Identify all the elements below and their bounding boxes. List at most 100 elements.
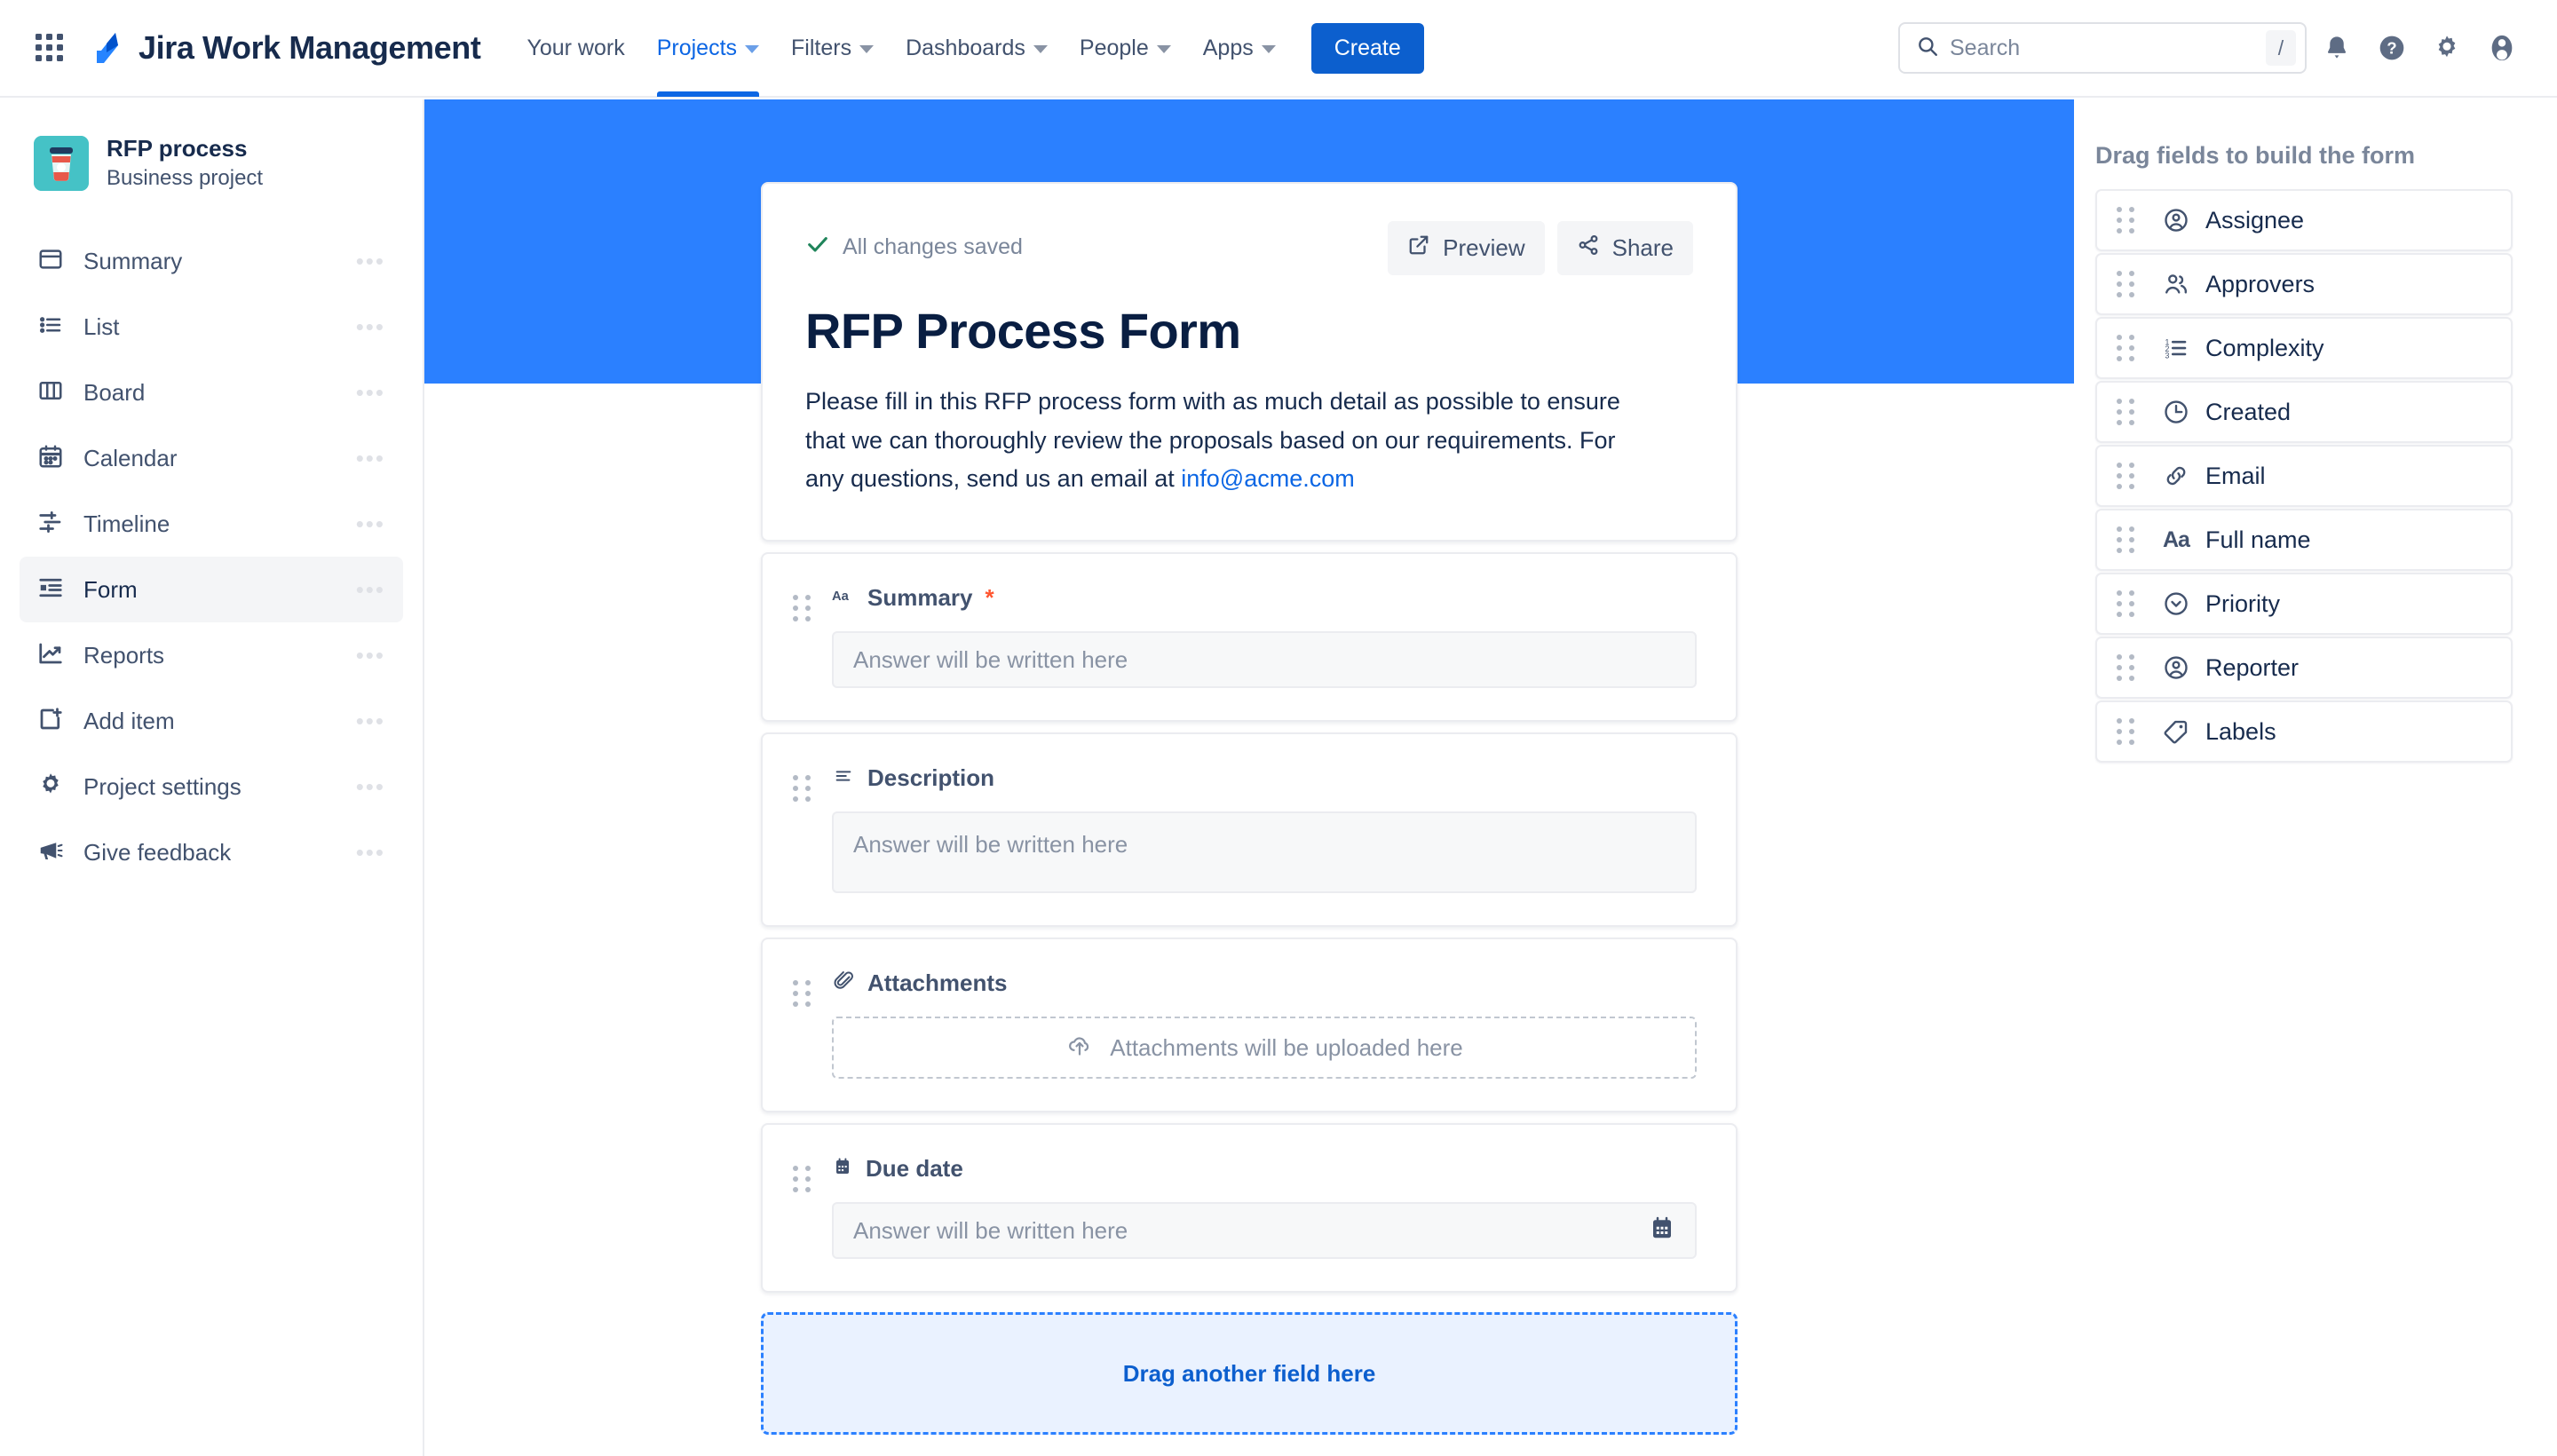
overflow-menu-icon[interactable]: ••• xyxy=(356,510,385,538)
palette-field-label: Approvers xyxy=(2205,270,2316,297)
sidebar-item-form[interactable]: Form ••• xyxy=(20,557,403,622)
drag-handle-icon[interactable] xyxy=(2117,399,2143,425)
summary-placeholder: Answer will be written here xyxy=(853,645,1128,673)
overflow-menu-icon[interactable]: ••• xyxy=(356,642,385,669)
drag-handle-icon[interactable] xyxy=(793,584,819,688)
create-button[interactable]: Create xyxy=(1310,22,1424,74)
palette-field-reporter[interactable]: Reporter xyxy=(2095,637,2513,699)
nav-projects[interactable]: Projects xyxy=(641,0,775,97)
drag-handle-icon[interactable] xyxy=(2117,271,2143,297)
svg-text:3: 3 xyxy=(2165,351,2170,360)
overflow-menu-icon[interactable]: ••• xyxy=(356,839,385,866)
megaphone-icon xyxy=(37,837,64,868)
sidebar-item-summary[interactable]: Summary ••• xyxy=(20,228,403,294)
overflow-menu-icon[interactable]: ••• xyxy=(356,773,385,801)
drag-handle-icon[interactable] xyxy=(2117,654,2143,681)
help-question-icon[interactable]: ? xyxy=(2367,23,2417,73)
text-aa-icon: Aa xyxy=(832,586,855,610)
grid-apps-icon[interactable] xyxy=(30,28,69,67)
overflow-menu-icon[interactable]: ••• xyxy=(356,248,385,275)
jira-logo-icon xyxy=(89,29,126,67)
form-icon xyxy=(37,574,64,605)
sidebar-item-timeline[interactable]: Timeline ••• xyxy=(20,491,403,557)
drag-handle-icon[interactable] xyxy=(2117,526,2143,553)
field-label: Description xyxy=(867,764,995,792)
drag-handle-icon[interactable] xyxy=(2117,590,2143,617)
drag-handle-icon[interactable] xyxy=(2117,718,2143,745)
drag-handle-icon[interactable] xyxy=(793,969,819,1079)
share-button[interactable]: Share xyxy=(1556,221,1693,275)
user-avatar-icon[interactable] xyxy=(2477,23,2527,73)
sidebar-item-label: Form xyxy=(83,575,138,603)
person-circle-icon xyxy=(2163,654,2189,681)
overflow-menu-icon[interactable]: ••• xyxy=(356,708,385,735)
nav-label: People xyxy=(1079,35,1149,60)
search-box[interactable]: / xyxy=(1898,22,2307,74)
description-placeholder: Answer will be written here xyxy=(853,831,1128,859)
nav-label: Projects xyxy=(656,35,738,60)
search-input[interactable] xyxy=(1939,35,2266,61)
field-label: Due date xyxy=(866,1155,963,1183)
drag-handle-icon[interactable] xyxy=(2117,335,2143,361)
attachments-dropzone[interactable]: Attachments will be uploaded here xyxy=(832,1017,1697,1080)
sidebar-item-calendar[interactable]: Calendar ••• xyxy=(20,425,403,491)
project-header[interactable]: RFP process Business project xyxy=(0,135,423,191)
sidebar-item-board[interactable]: Board ••• xyxy=(20,360,403,425)
overflow-menu-icon[interactable]: ••• xyxy=(356,313,385,341)
sidebar-item-give-feedback[interactable]: Give feedback ••• xyxy=(20,819,403,885)
sidebar-item-add-item[interactable]: Add item ••• xyxy=(20,688,403,754)
nav-your-work[interactable]: Your work xyxy=(511,0,640,97)
drag-handle-icon[interactable] xyxy=(2117,207,2143,233)
summary-input[interactable]: Answer will be written here xyxy=(832,631,1697,689)
drag-handle-icon[interactable] xyxy=(2117,463,2143,489)
people-group-icon xyxy=(2163,271,2189,297)
drop-field-target[interactable]: Drag another field here xyxy=(761,1312,1738,1436)
form-field-summary[interactable]: Aa Summary * Answer will be written here xyxy=(761,552,1738,723)
project-name: RFP process xyxy=(107,135,248,162)
form-field-description[interactable]: Description Answer will be written here xyxy=(761,732,1738,928)
form-description-email-link[interactable]: info@acme.com xyxy=(1181,465,1354,492)
person-circle-icon xyxy=(2163,207,2189,233)
drag-handle-icon[interactable] xyxy=(793,1155,819,1259)
overflow-menu-icon[interactable]: ••• xyxy=(356,576,385,604)
nav-filters[interactable]: Filters xyxy=(775,0,890,97)
brand-home-link[interactable]: Jira Work Management xyxy=(89,29,481,67)
calendar-picker-icon[interactable] xyxy=(1649,1215,1675,1247)
palette-field-approvers[interactable]: Approvers xyxy=(2095,253,2513,315)
description-input[interactable]: Answer will be written here xyxy=(832,811,1697,894)
svg-text:?: ? xyxy=(2387,39,2396,58)
palette-field-full-name[interactable]: Aa Full name xyxy=(2095,509,2513,571)
palette-field-label: Full name xyxy=(2205,526,2311,553)
palette-field-assignee[interactable]: Assignee xyxy=(2095,189,2513,251)
sidebar-item-project-settings[interactable]: Project settings ••• xyxy=(20,754,403,819)
nav-people[interactable]: People xyxy=(1064,0,1187,97)
preview-button[interactable]: Preview xyxy=(1388,221,1545,275)
palette-field-labels[interactable]: Labels xyxy=(2095,700,2513,763)
form-title[interactable]: RFP Process Form xyxy=(805,302,1693,360)
palette-field-email[interactable]: Email xyxy=(2095,445,2513,507)
form-field-attachments[interactable]: Attachments Attachments will be uploaded… xyxy=(761,938,1738,1113)
overflow-menu-icon[interactable]: ••• xyxy=(356,445,385,472)
notifications-bell-icon[interactable] xyxy=(2312,23,2362,73)
palette-field-created[interactable]: Created xyxy=(2095,381,2513,443)
drag-handle-icon[interactable] xyxy=(793,764,819,893)
nav-dashboards[interactable]: Dashboards xyxy=(890,0,1064,97)
palette-field-complexity[interactable]: 1 2 3 Complexity xyxy=(2095,317,2513,379)
sidebar-item-label: Give feedback xyxy=(83,838,232,866)
sidebar-item-label: Add item xyxy=(83,707,175,734)
overflow-menu-icon[interactable]: ••• xyxy=(356,379,385,407)
nav-label: Filters xyxy=(791,35,852,60)
due-date-input[interactable]: Answer will be written here xyxy=(832,1202,1697,1260)
nav-apps[interactable]: Apps xyxy=(1187,0,1292,97)
nav-right-cluster: / ? xyxy=(1898,22,2527,74)
settings-gear-icon[interactable] xyxy=(2422,23,2472,73)
form-field-due-date[interactable]: Due date Answer will be written here xyxy=(761,1123,1738,1294)
palette-field-priority[interactable]: Priority xyxy=(2095,573,2513,635)
sidebar-item-list[interactable]: List ••• xyxy=(20,294,403,360)
attachments-placeholder: Attachments will be uploaded here xyxy=(1110,1033,1463,1061)
preview-label: Preview xyxy=(1443,234,1525,261)
summary-panel-icon xyxy=(37,246,64,277)
form-description[interactable]: Please fill in this RFP process form wit… xyxy=(805,383,1658,499)
timeline-icon xyxy=(37,509,64,540)
sidebar-item-reports[interactable]: Reports ••• xyxy=(20,622,403,688)
